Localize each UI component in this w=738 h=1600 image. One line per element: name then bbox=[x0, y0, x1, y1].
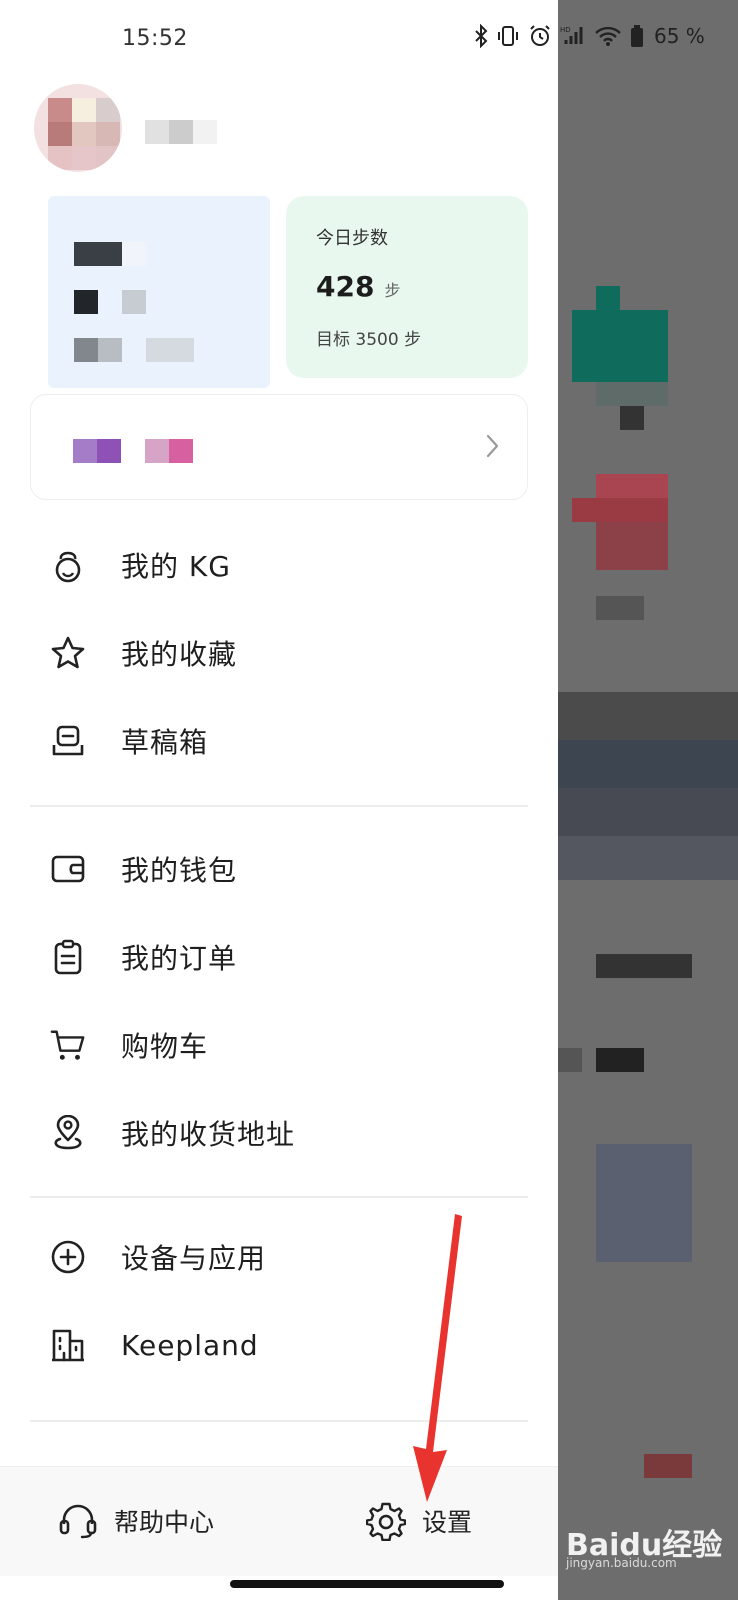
menu-label: 我的收货地址 bbox=[121, 1118, 296, 1151]
building-icon bbox=[50, 1327, 86, 1363]
blurred-content bbox=[596, 596, 644, 620]
membership-card[interactable] bbox=[30, 394, 528, 500]
settings-button[interactable]: 设置 bbox=[366, 1495, 472, 1547]
cart-icon bbox=[50, 1027, 86, 1063]
divider bbox=[30, 1196, 528, 1198]
menu-item-devices-apps[interactable]: 设备与应用 bbox=[0, 1222, 558, 1292]
divider bbox=[30, 1420, 528, 1422]
avatar[interactable] bbox=[34, 84, 122, 172]
menu-item-my-kg[interactable]: 我的 KG bbox=[0, 530, 558, 600]
chevron-right-icon bbox=[486, 434, 499, 458]
side-drawer: 今日步数 428 步 目标 3500 步 我的 KG 我的收藏 草稿箱 我的钱包… bbox=[0, 0, 558, 1600]
menu-label: 我的订单 bbox=[121, 942, 238, 975]
bluetooth-icon bbox=[475, 24, 488, 48]
blurred-content bbox=[558, 1048, 582, 1072]
wifi-icon bbox=[595, 26, 621, 46]
blurred-content bbox=[558, 740, 738, 788]
bottom-action-bar: 帮助中心 设置 bbox=[0, 1466, 558, 1576]
status-time: 15:52 bbox=[122, 26, 188, 51]
steps-goal: 目标 3500 步 bbox=[316, 330, 422, 350]
blurred-content bbox=[596, 382, 668, 406]
star-icon bbox=[50, 635, 86, 671]
menu-label: 草稿箱 bbox=[121, 726, 209, 759]
menu-label: 我的收藏 bbox=[121, 638, 238, 671]
order-clipboard-icon bbox=[50, 939, 86, 975]
dimmed-background[interactable] bbox=[558, 0, 738, 1600]
blurred-content bbox=[596, 474, 668, 498]
plus-circle-icon bbox=[50, 1239, 86, 1275]
blurred-content bbox=[620, 406, 644, 430]
battery-percent: 65 % bbox=[654, 24, 705, 48]
steps-unit: 步 bbox=[384, 281, 401, 300]
divider bbox=[30, 805, 528, 807]
location-pin-icon bbox=[50, 1115, 86, 1151]
kettlebell-icon bbox=[50, 547, 86, 583]
watermark-url: jingyan.baidu.com bbox=[566, 1556, 677, 1570]
gear-icon bbox=[366, 1502, 406, 1541]
blurred-content bbox=[572, 498, 668, 522]
menu-item-orders[interactable]: 我的订单 bbox=[0, 922, 558, 992]
menu-label: Keepland bbox=[121, 1328, 259, 1362]
blurred-content bbox=[596, 954, 692, 978]
status-bar: 15:52 HD 65 % bbox=[0, 0, 738, 80]
menu-label: 我的钱包 bbox=[121, 854, 238, 887]
svg-text:HD: HD bbox=[560, 26, 571, 34]
settings-label: 设置 bbox=[422, 1508, 473, 1537]
blurred-content bbox=[644, 1454, 692, 1478]
battery-icon bbox=[631, 25, 643, 47]
menu-item-favorites[interactable]: 我的收藏 bbox=[0, 618, 558, 688]
menu-item-addresses[interactable]: 我的收货地址 bbox=[0, 1098, 558, 1168]
blurred-content bbox=[558, 692, 738, 740]
username-redacted[interactable] bbox=[145, 120, 217, 146]
help-center-label: 帮助中心 bbox=[114, 1508, 215, 1537]
blurred-content bbox=[558, 788, 738, 836]
menu-label: 购物车 bbox=[121, 1030, 209, 1063]
signal-hd-icon: HD bbox=[560, 26, 583, 44]
menu-item-wallet[interactable]: 我的钱包 bbox=[0, 834, 558, 904]
menu-label: 设备与应用 bbox=[121, 1242, 267, 1275]
blurred-content bbox=[572, 310, 668, 382]
alarm-icon bbox=[530, 25, 550, 46]
headset-icon bbox=[59, 1504, 97, 1539]
menu-item-cart[interactable]: 购物车 bbox=[0, 1010, 558, 1080]
blurred-content bbox=[596, 286, 620, 310]
home-indicator[interactable] bbox=[230, 1580, 504, 1588]
blurred-content bbox=[558, 836, 738, 880]
menu-label: 我的 KG bbox=[121, 550, 231, 583]
help-center-button[interactable]: 帮助中心 bbox=[58, 1495, 214, 1547]
steps-card[interactable]: 今日步数 428 步 目标 3500 步 bbox=[286, 196, 528, 378]
profile-stats-card[interactable] bbox=[48, 196, 270, 388]
blurred-content bbox=[596, 1144, 692, 1262]
vibrate-icon bbox=[498, 26, 518, 46]
steps-title: 今日步数 bbox=[316, 228, 388, 249]
menu-item-keepland[interactable]: Keepland bbox=[0, 1310, 558, 1380]
blurred-content bbox=[596, 522, 668, 570]
menu-item-drafts[interactable]: 草稿箱 bbox=[0, 706, 558, 776]
blurred-content bbox=[596, 1048, 644, 1072]
steps-value: 428 bbox=[316, 270, 375, 303]
wallet-icon bbox=[50, 851, 86, 887]
drafts-icon bbox=[50, 723, 86, 759]
